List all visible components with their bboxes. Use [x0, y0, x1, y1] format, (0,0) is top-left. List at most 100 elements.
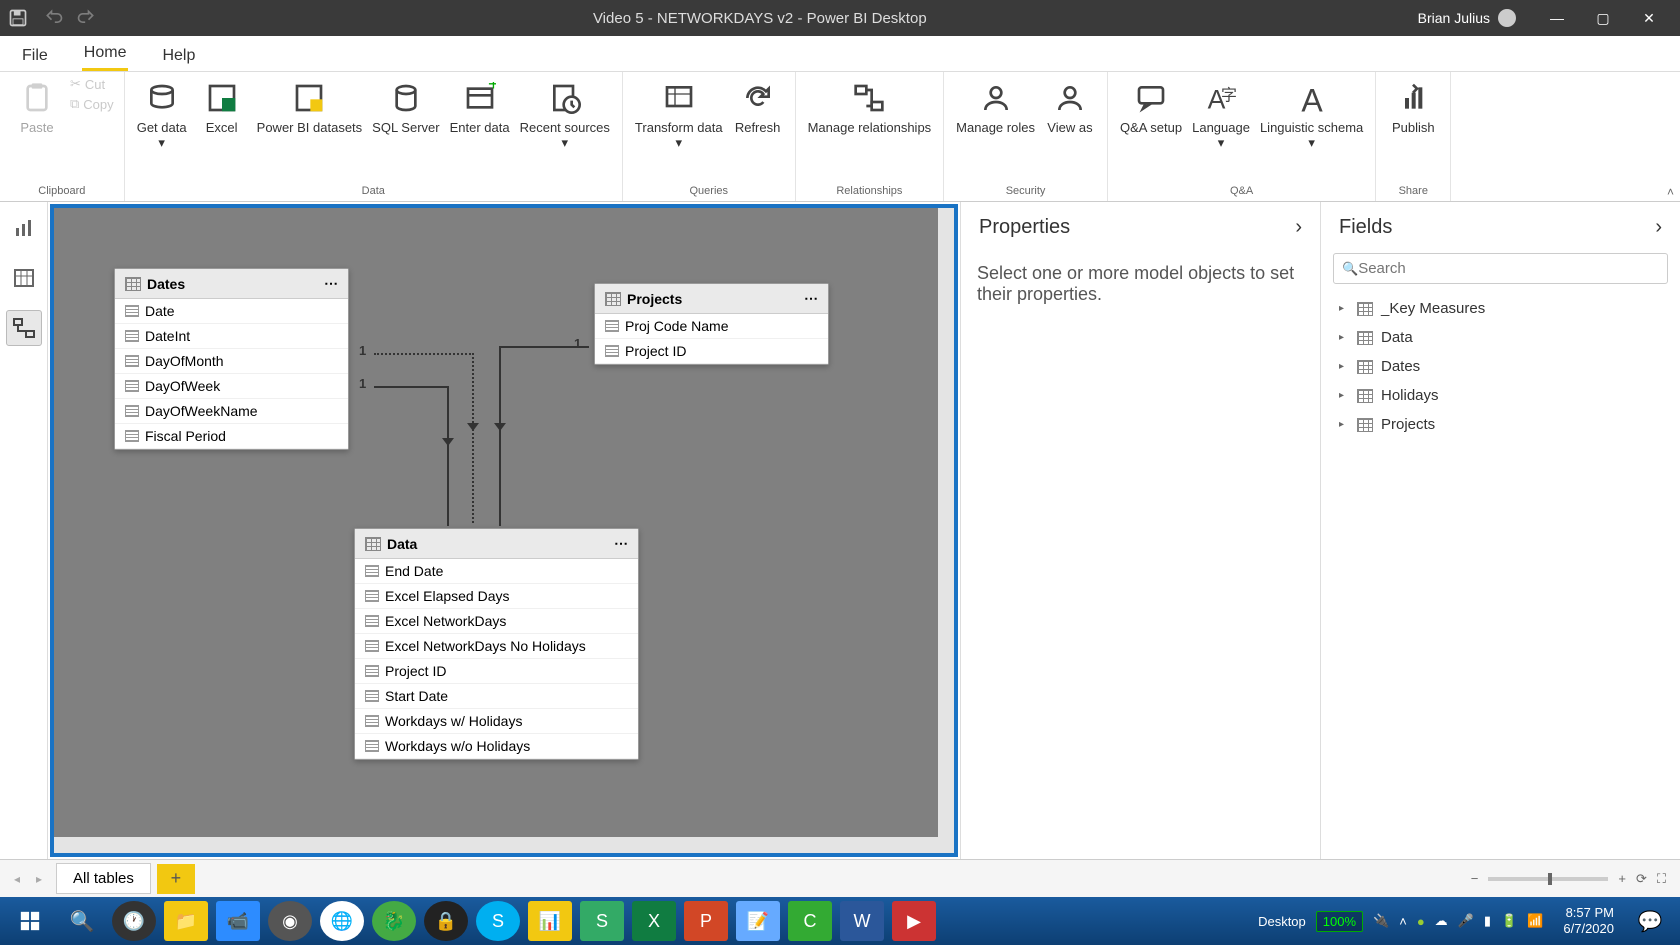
taskbar-clock[interactable]: 8:57 PM 6/7/2020 — [1553, 905, 1624, 936]
field-table-item[interactable]: ▸Holidays — [1321, 381, 1680, 410]
tray-wifi-icon[interactable]: 📶 — [1527, 913, 1543, 929]
sql-server-button[interactable]: SQL Server — [370, 76, 441, 139]
table-row[interactable]: Start Date — [355, 684, 638, 709]
taskbar-app[interactable]: ▶ — [892, 901, 936, 941]
field-table-item[interactable]: ▸_Key Measures — [1321, 294, 1680, 323]
tab-nav-prev[interactable]: ◂ — [6, 872, 28, 886]
search-button[interactable]: 🔍 — [56, 900, 108, 942]
table-row[interactable]: Workdays w/o Holidays — [355, 734, 638, 759]
taskbar-app-word[interactable]: W — [840, 901, 884, 941]
notifications-button[interactable]: 💬 — [1624, 900, 1676, 942]
taskbar-app-skype[interactable]: S — [476, 901, 520, 941]
more-icon[interactable]: ⋯ — [324, 275, 338, 292]
desktop-toolbar[interactable]: Desktop — [1258, 914, 1306, 929]
model-view-button[interactable] — [6, 310, 42, 346]
table-row[interactable]: DateInt — [115, 324, 348, 349]
field-table-item[interactable]: ▸Dates — [1321, 352, 1680, 381]
tray-icon[interactable]: ▮ — [1484, 913, 1491, 929]
table-row[interactable]: Excel NetworkDays — [355, 609, 638, 634]
taskbar-app[interactable]: 🔒 — [424, 901, 468, 941]
tab-nav-next[interactable]: ▸ — [28, 872, 50, 886]
table-row[interactable]: Fiscal Period — [115, 424, 348, 449]
manage-relationships-button[interactable]: Manage relationships — [806, 76, 934, 139]
taskbar-app-snagit[interactable]: S — [580, 901, 624, 941]
report-view-button[interactable] — [6, 210, 42, 246]
get-data-button[interactable]: Get data▾ — [135, 76, 189, 155]
taskbar-app[interactable]: 🐉 — [372, 901, 416, 941]
tray-chevron-up-icon[interactable]: ˄ — [1399, 914, 1407, 929]
excel-button[interactable]: Excel — [195, 76, 249, 139]
publish-button[interactable]: Publish — [1386, 76, 1440, 139]
relationship-line[interactable] — [374, 386, 449, 388]
horizontal-scrollbar[interactable] — [54, 837, 954, 853]
tab-file[interactable]: File — [20, 41, 50, 71]
pbi-datasets-button[interactable]: Power BI datasets — [255, 76, 365, 139]
table-row[interactable]: Excel NetworkDays No Holidays — [355, 634, 638, 659]
taskbar-app-notepad[interactable]: 📝 — [736, 901, 780, 941]
tray-battery-icon[interactable]: 🔋 — [1501, 913, 1517, 929]
table-row[interactable]: DayOfWeek — [115, 374, 348, 399]
chevron-right-icon[interactable]: › — [1655, 216, 1662, 239]
field-table-item[interactable]: ▸Projects — [1321, 410, 1680, 439]
search-input[interactable] — [1358, 260, 1659, 277]
view-as-button[interactable]: View as — [1043, 76, 1097, 139]
fit-to-screen-icon[interactable]: ⛶ — [1657, 871, 1666, 887]
zoom-in-button[interactable]: + — [1618, 871, 1626, 886]
enter-data-button[interactable]: + Enter data — [448, 76, 512, 139]
table-dates[interactable]: Dates⋯ Date DateInt DayOfMonth DayOfWeek… — [114, 268, 349, 450]
data-view-button[interactable] — [6, 260, 42, 296]
language-button[interactable]: A字 Language▾ — [1190, 76, 1252, 155]
undo-icon[interactable] — [44, 8, 64, 28]
redo-icon[interactable] — [76, 8, 96, 28]
minimize-button[interactable]: — — [1534, 0, 1580, 36]
tray-mic-icon[interactable]: 🎤 — [1458, 913, 1474, 929]
taskbar-app[interactable]: ◉ — [268, 901, 312, 941]
start-button[interactable] — [4, 900, 56, 942]
vertical-scrollbar[interactable] — [938, 208, 954, 853]
relationship-line[interactable] — [499, 346, 589, 348]
tray-power-icon[interactable]: 🔌 — [1373, 913, 1389, 929]
relationship-line[interactable] — [374, 353, 474, 355]
taskbar-app-powerpoint[interactable]: P — [684, 901, 728, 941]
maximize-button[interactable]: ▢ — [1580, 0, 1626, 36]
taskbar-app-chrome[interactable]: 🌐 — [320, 901, 364, 941]
table-row[interactable]: DayOfMonth — [115, 349, 348, 374]
reset-zoom-icon[interactable]: ⟳ — [1636, 871, 1647, 887]
relationship-line[interactable] — [499, 346, 501, 526]
field-table-item[interactable]: ▸Data — [1321, 323, 1680, 352]
tray-onedrive-icon[interactable]: ☁ — [1435, 913, 1448, 929]
taskbar-app-excel[interactable]: X — [632, 901, 676, 941]
relationship-line[interactable] — [472, 353, 474, 523]
table-row[interactable]: Proj Code Name — [595, 314, 828, 339]
battery-indicator[interactable]: 100% — [1316, 911, 1363, 932]
diagram-tab-all-tables[interactable]: All tables — [56, 863, 151, 894]
close-button[interactable]: ✕ — [1626, 0, 1672, 36]
user-account[interactable]: Brian Julius — [1418, 9, 1516, 27]
add-diagram-button[interactable]: + — [157, 864, 195, 894]
save-icon[interactable] — [8, 8, 28, 28]
collapse-ribbon-icon[interactable]: ˄ — [1667, 185, 1674, 199]
linguistic-schema-button[interactable]: A Linguistic schema▾ — [1258, 76, 1365, 155]
more-icon[interactable]: ⋯ — [804, 290, 818, 307]
taskbar-app-zoom[interactable]: 📹 — [216, 901, 260, 941]
chevron-right-icon[interactable]: › — [1295, 216, 1302, 239]
qa-setup-button[interactable]: Q&A setup — [1118, 76, 1184, 139]
more-icon[interactable]: ⋯ — [614, 535, 628, 552]
tab-home[interactable]: Home — [82, 38, 129, 71]
fields-search[interactable]: 🔍 — [1333, 253, 1668, 284]
taskbar-app-powerbi[interactable]: 📊 — [528, 901, 572, 941]
refresh-button[interactable]: Refresh — [731, 76, 785, 139]
transform-data-button[interactable]: Transform data▾ — [633, 76, 725, 155]
table-row[interactable]: DayOfWeekName — [115, 399, 348, 424]
manage-roles-button[interactable]: Manage roles — [954, 76, 1037, 139]
table-row[interactable]: End Date — [355, 559, 638, 584]
zoom-slider[interactable] — [1488, 877, 1608, 881]
model-canvas[interactable]: Dates⋯ Date DateInt DayOfMonth DayOfWeek… — [50, 204, 958, 857]
table-row[interactable]: Excel Elapsed Days — [355, 584, 638, 609]
table-row[interactable]: Project ID — [355, 659, 638, 684]
table-row[interactable]: Workdays w/ Holidays — [355, 709, 638, 734]
table-row[interactable]: Project ID — [595, 339, 828, 364]
tab-help[interactable]: Help — [160, 41, 197, 71]
taskbar-app-explorer[interactable]: 📁 — [164, 901, 208, 941]
table-row[interactable]: Date — [115, 299, 348, 324]
